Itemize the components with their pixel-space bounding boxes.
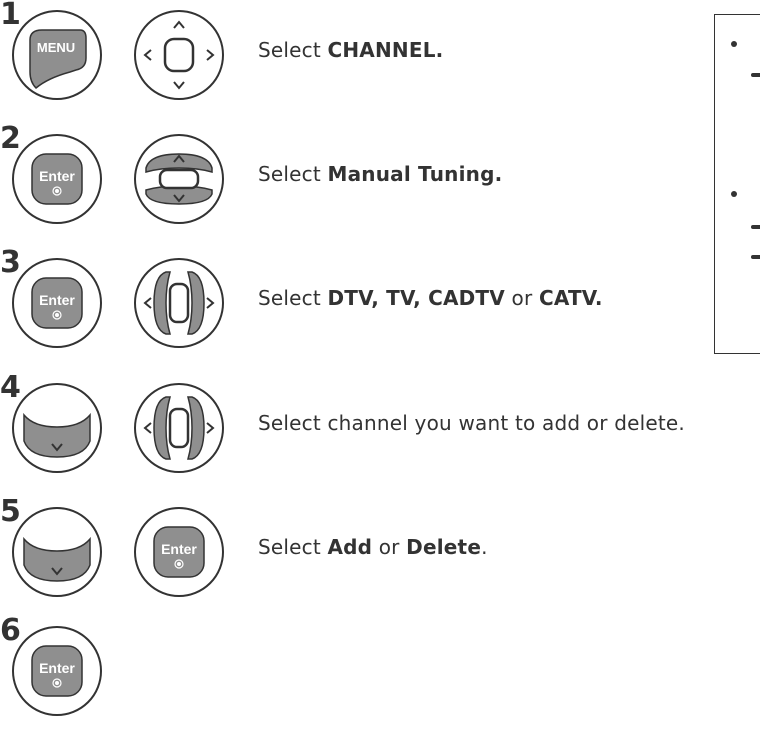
down-navigation-icon <box>10 381 104 475</box>
instruction-text: Select <box>258 286 328 310</box>
instruction-text: Select <box>258 535 328 559</box>
enter-button: Enter <box>10 256 104 350</box>
instruction-text: or <box>504 286 539 310</box>
left-right-navigation-icon <box>132 256 226 350</box>
enter-button: Enter <box>10 132 104 226</box>
step-1: 1 MENU Select CHANNEL. <box>0 0 760 118</box>
step-instruction: Select Add or Delete. <box>258 535 488 559</box>
step-5: 5 Enter Select Add or Delete. <box>0 497 760 615</box>
step-instruction: Select Manual Tuning. <box>258 162 502 186</box>
instruction-keyword: Add <box>327 535 373 559</box>
instruction-text: . <box>481 535 488 559</box>
instruction-keyword: CATV. <box>538 286 603 310</box>
instruction-keyword: CHANNEL. <box>327 38 444 62</box>
instruction-text: or <box>372 535 407 559</box>
step-6: 6 Enter <box>0 616 760 734</box>
instruction-keyword: DTV, TV, CADTV <box>327 286 505 310</box>
enter-label: Enter <box>161 541 197 557</box>
navigation-pad-icon <box>132 8 226 102</box>
instruction-keyword: Manual Tuning. <box>327 162 503 186</box>
left-right-navigation-icon <box>132 381 226 475</box>
note-bullet <box>731 191 737 197</box>
enter-label: Enter <box>39 292 75 308</box>
step-instruction: Select channel you want to add or delete… <box>258 411 685 435</box>
note-text-fragment <box>751 225 760 229</box>
enter-label: Enter <box>39 168 75 184</box>
enter-button: Enter <box>132 505 226 599</box>
instruction-keyword: Delete <box>406 535 482 559</box>
step-3: 3 Enter Select DTV, TV, CADTV or CATV. <box>0 248 760 366</box>
note-text-fragment <box>751 255 760 259</box>
enter-button: Enter <box>10 624 104 718</box>
step-instruction: Select CHANNEL. <box>258 38 443 62</box>
note-box <box>714 14 760 354</box>
instruction-text: Select channel you want to add or delete… <box>258 411 685 435</box>
enter-label: Enter <box>39 660 75 676</box>
step-4: 4 Select channel you want to add or delet… <box>0 373 760 491</box>
instruction-text: Select <box>258 162 328 186</box>
menu-button: MENU <box>10 8 104 102</box>
up-down-navigation-icon <box>132 132 226 226</box>
note-text-fragment <box>751 73 760 77</box>
menu-label: MENU <box>37 40 75 55</box>
note-bullet <box>731 41 737 47</box>
down-navigation-icon <box>10 505 104 599</box>
step-2: 2 Enter Select Manual Tuning. <box>0 124 760 242</box>
instruction-text: Select <box>258 38 328 62</box>
step-instruction: Select DTV, TV, CADTV or CATV. <box>258 286 603 310</box>
